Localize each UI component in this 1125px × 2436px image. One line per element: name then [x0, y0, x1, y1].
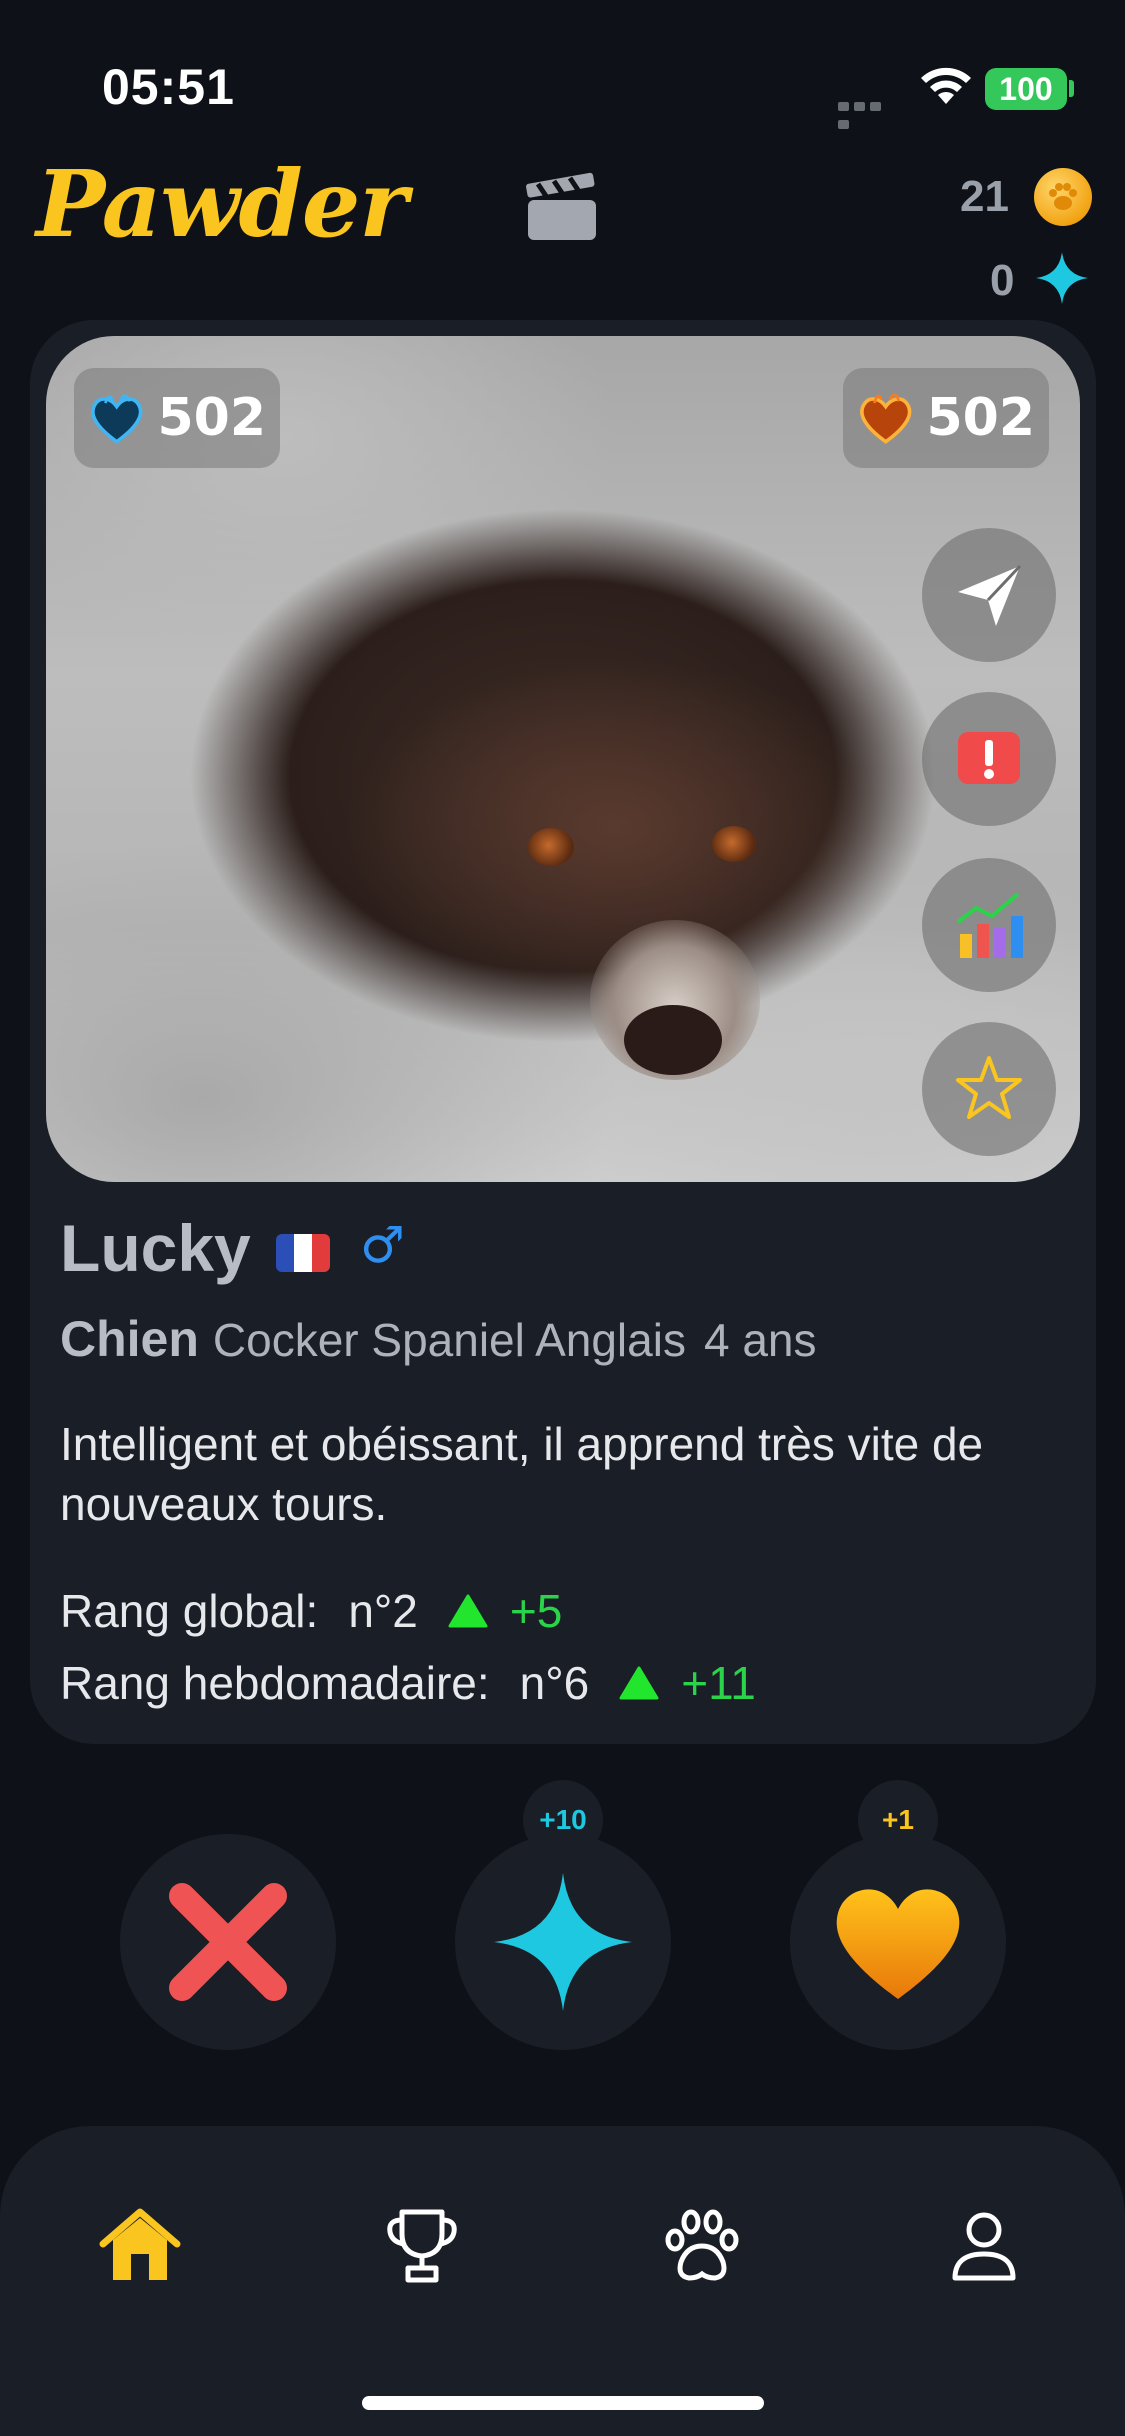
- profile-icon: [952, 2212, 1016, 2281]
- pet-name: Lucky: [60, 1211, 251, 1285]
- report-icon: [958, 732, 1020, 784]
- rank-up-icon: [448, 1594, 488, 1628]
- score-badge-fire: 502: [843, 368, 1049, 468]
- nav-home[interactable]: [90, 2196, 190, 2296]
- superlike-button[interactable]: [455, 1834, 671, 2050]
- pet-description: Intelligent et obéissant, il apprend trè…: [60, 1418, 984, 1530]
- send-button[interactable]: [922, 528, 1056, 662]
- status-bar: 05:51 100: [0, 0, 1125, 170]
- rank-label: Rang global:: [60, 1585, 319, 1637]
- flag-france-icon: [276, 1234, 330, 1272]
- rank-global-row: Rang global: n°2 +5: [60, 1584, 562, 1638]
- rank-value: n°6: [519, 1657, 590, 1709]
- trophy-icon: [387, 2209, 457, 2283]
- blue-heart-icon: [91, 394, 143, 444]
- male-gender-icon: ♂: [360, 1216, 405, 1274]
- wifi-icon: [921, 67, 971, 104]
- nav-trophy[interactable]: [372, 2196, 472, 2296]
- rank-up-icon: [619, 1666, 659, 1700]
- coin-count: 21: [960, 172, 1009, 221]
- score-badge-blue: 502: [74, 368, 280, 468]
- score-value-right: 502: [926, 388, 1035, 448]
- nav-profile[interactable]: [934, 2196, 1034, 2296]
- rank-value: n°2: [348, 1585, 418, 1637]
- sparkle-icon[interactable]: [1034, 250, 1090, 306]
- rank-delta: +5: [509, 1585, 563, 1637]
- app-logo: Pawder: [36, 150, 408, 258]
- score-value-left: 502: [157, 388, 266, 448]
- photo-detail: [528, 828, 574, 866]
- favorite-star-icon: [956, 1056, 1022, 1119]
- photo-detail: [624, 1005, 722, 1075]
- send-icon: [958, 564, 1022, 626]
- battery-nub: [1069, 80, 1074, 97]
- status-time: 05:51: [102, 59, 235, 115]
- superlike-badge: +10: [523, 1780, 603, 1860]
- home-icon: [99, 2208, 181, 2280]
- photo-detail: [712, 826, 756, 862]
- favorite-button[interactable]: [922, 1022, 1056, 1156]
- battery-indicator: 100: [985, 68, 1067, 110]
- paw-icon: [665, 2209, 739, 2281]
- clapper-icon[interactable]: [524, 172, 600, 244]
- home-indicator[interactable]: [362, 2396, 764, 2410]
- sparkle-icon: [494, 1873, 632, 2011]
- like-badge: +1: [858, 1780, 938, 1860]
- fire-heart-icon: [860, 393, 912, 444]
- heart-icon: [836, 1889, 960, 1999]
- pet-breed: Cocker Spaniel Anglais: [212, 1314, 686, 1366]
- rank-label: Rang hebdomadaire:: [60, 1657, 490, 1709]
- report-button[interactable]: [922, 692, 1056, 826]
- coin-paw-icon[interactable]: [1034, 168, 1092, 226]
- pet-species-line: Chien Cocker Spaniel Anglais 4 ans: [60, 1310, 817, 1368]
- pet-species: Chien: [60, 1311, 199, 1367]
- cellular-signal-icon: [838, 98, 900, 129]
- dislike-button[interactable]: [120, 1834, 336, 2050]
- rank-delta: +11: [681, 1657, 756, 1709]
- nav-pets[interactable]: [652, 2196, 752, 2296]
- stats-icon: [956, 892, 1023, 958]
- like-button[interactable]: [790, 1834, 1006, 2050]
- stats-button[interactable]: [922, 858, 1056, 992]
- close-x-icon: [169, 1883, 287, 2001]
- rank-weekly-row: Rang hebdomadaire: n°6 +11: [60, 1656, 756, 1710]
- pet-age: 4 ans: [703, 1314, 817, 1366]
- spark-count: 0: [990, 256, 1015, 305]
